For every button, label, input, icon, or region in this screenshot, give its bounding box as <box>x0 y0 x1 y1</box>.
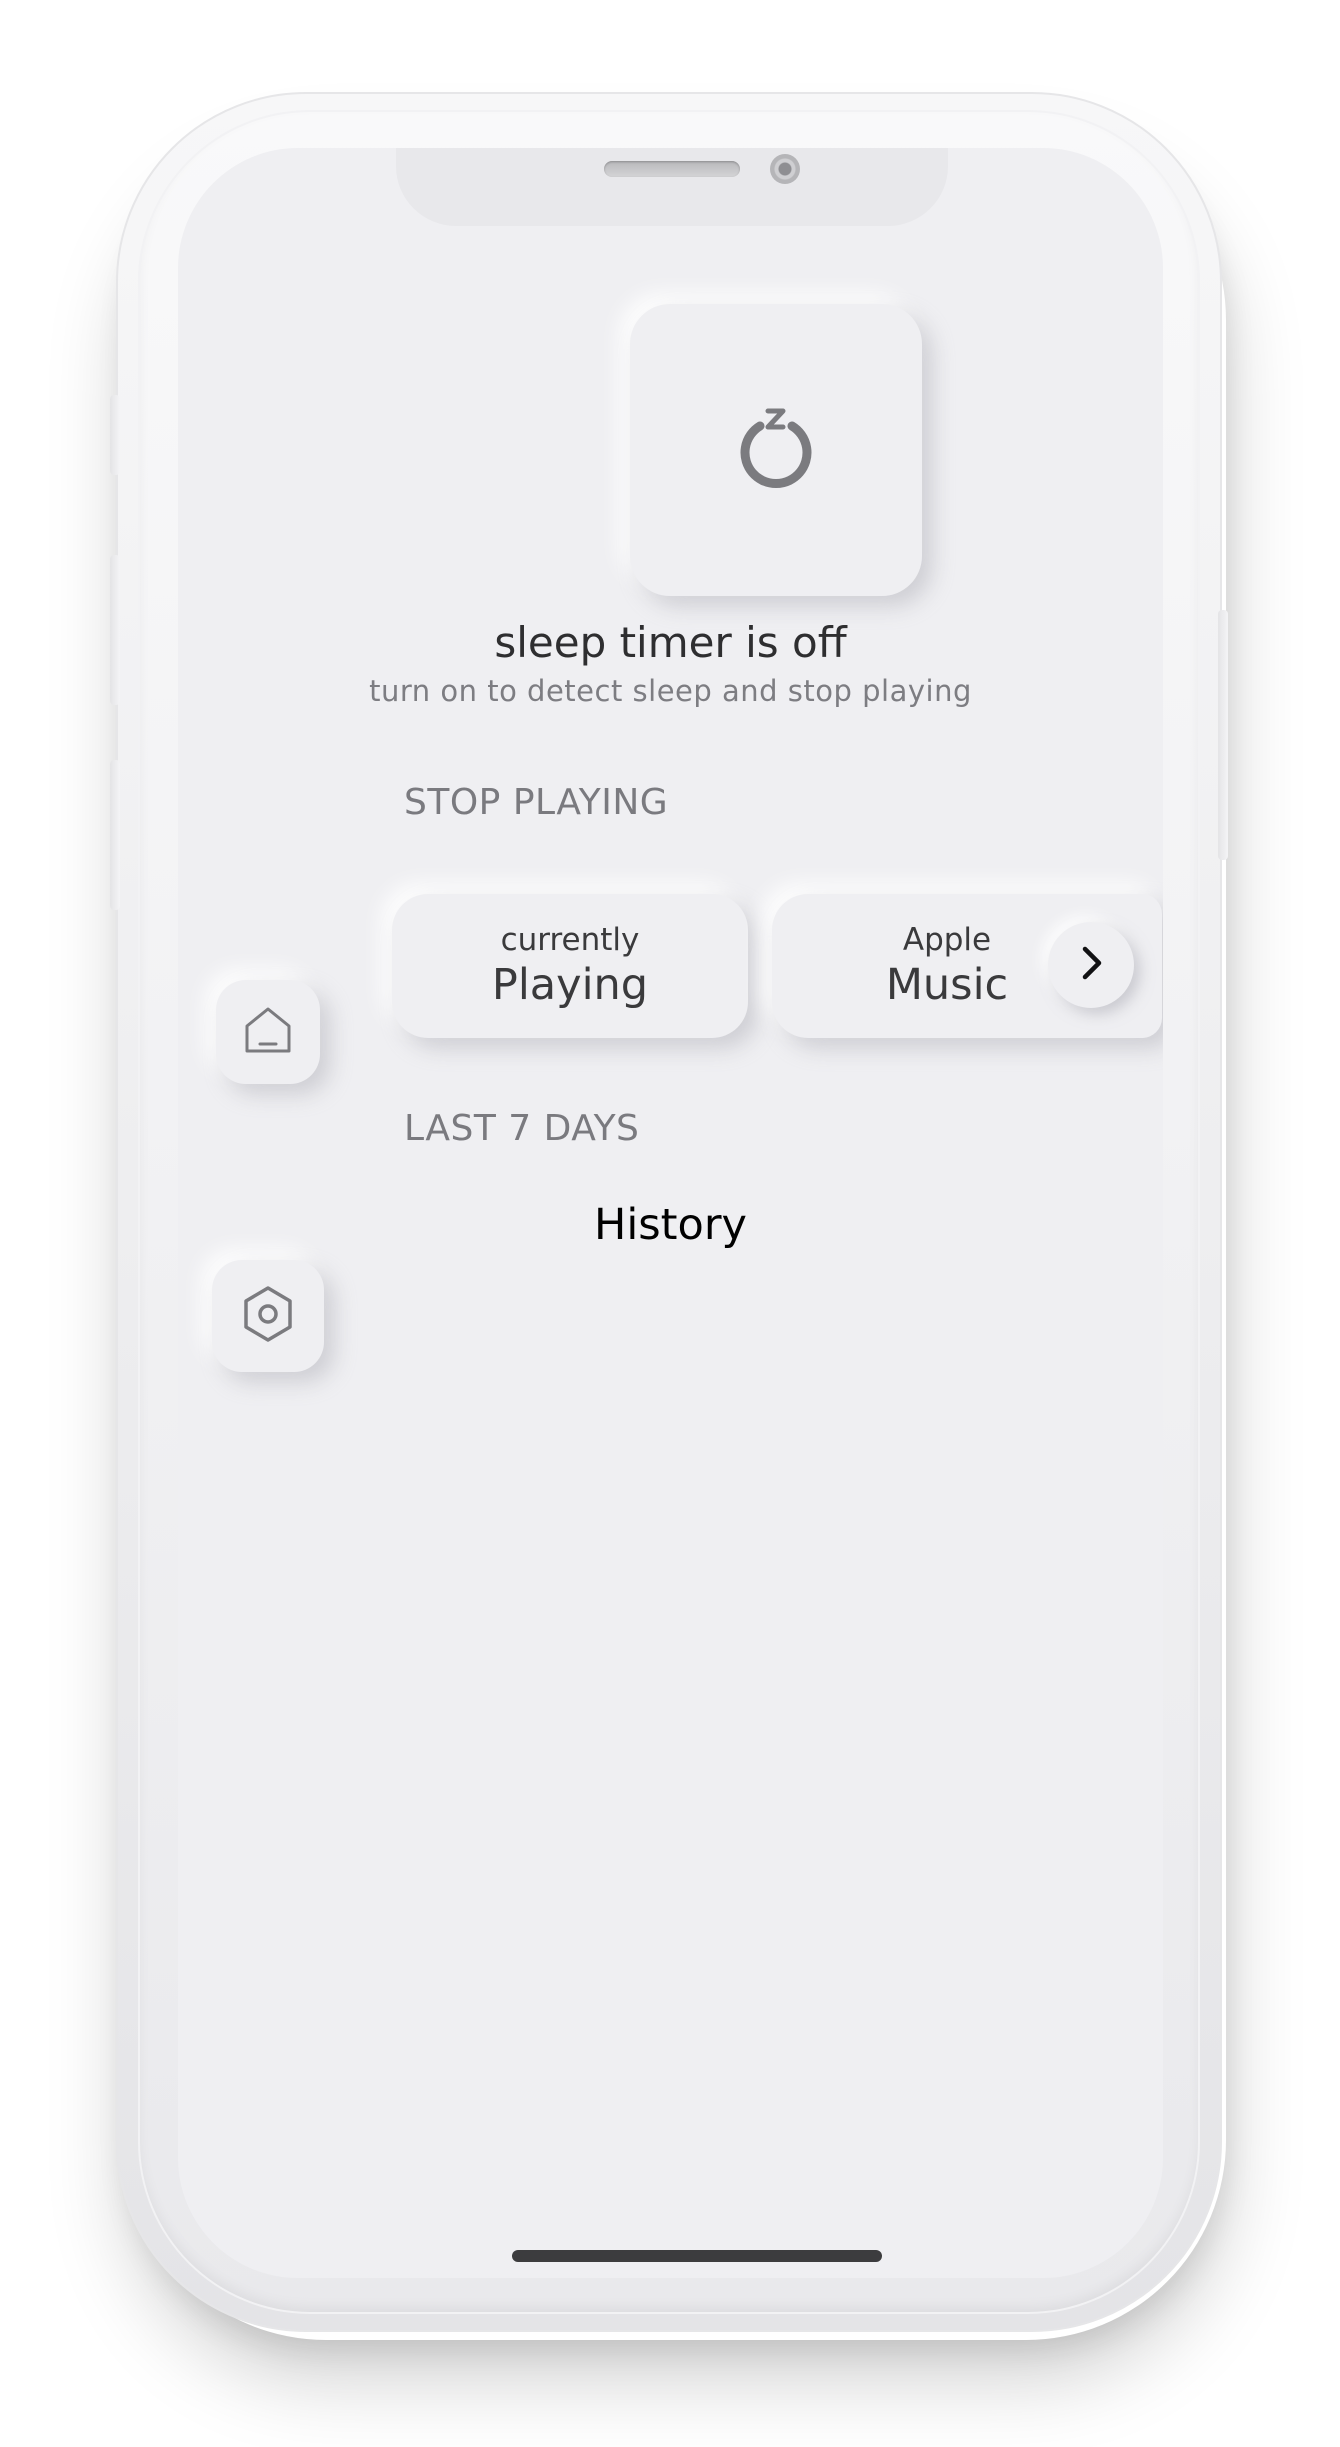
next-source-button[interactable] <box>1048 922 1134 1008</box>
sleep-timer-status: sleep timer is off <box>494 618 847 667</box>
source-card-currently-playing[interactable]: currently Playing <box>392 894 748 1038</box>
stop-playing-heading: STOP PLAYING <box>404 782 669 823</box>
source-card-caption: currently <box>500 922 640 958</box>
volume-down-button <box>110 760 120 910</box>
power-button <box>1218 610 1228 860</box>
volume-up-button <box>110 555 120 705</box>
sleep-power-icon <box>733 405 819 495</box>
notch <box>396 148 948 226</box>
app-screen: sleep timer is off turn on to detect sle… <box>178 148 1163 2278</box>
sleep-timer-description: turn on to detect sleep and stop playing <box>369 674 972 708</box>
chevron-right-icon <box>1071 943 1111 987</box>
mute-switch <box>110 395 120 475</box>
source-card-title: Playing <box>491 960 649 1010</box>
source-card-caption: Apple <box>902 922 992 958</box>
home-indicator[interactable] <box>512 2250 882 2262</box>
source-card-title: Music <box>885 960 1009 1010</box>
device-mockup: sleep timer is off turn on to detect sle… <box>0 0 1340 2447</box>
settings-icon <box>238 1284 298 1348</box>
history-label: History <box>594 1200 747 1250</box>
settings-nav-button[interactable] <box>212 1260 324 1372</box>
speaker-grille <box>604 161 740 177</box>
sleep-timer-toggle[interactable] <box>630 304 922 596</box>
home-nav-button[interactable] <box>216 980 320 1084</box>
last-7-days-heading: LAST 7 DAYS <box>404 1108 640 1149</box>
home-icon <box>241 1003 295 1061</box>
front-camera <box>770 154 800 184</box>
